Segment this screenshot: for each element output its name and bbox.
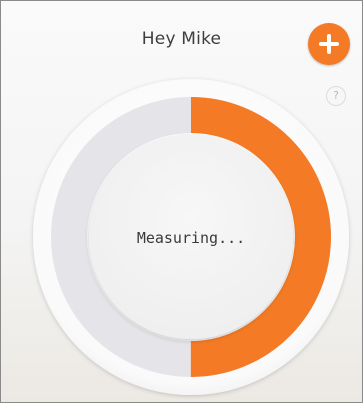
- progress-gauge: [33, 79, 349, 395]
- measuring-status: Measuring...: [136, 229, 246, 247]
- app-screen: Hey Mike ? Measuring...: [0, 0, 363, 403]
